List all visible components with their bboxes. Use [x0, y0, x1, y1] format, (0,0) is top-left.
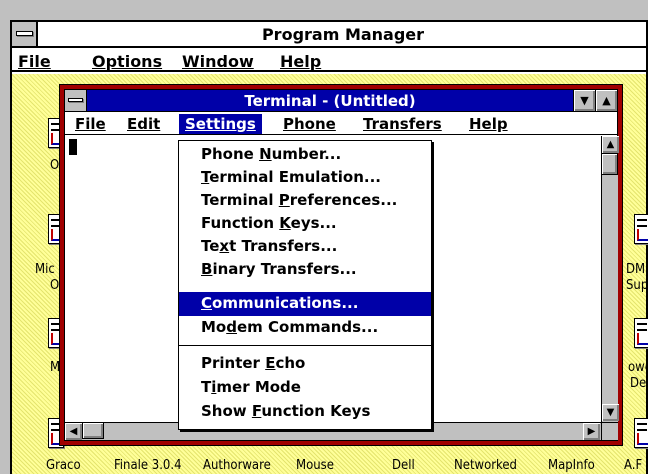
terminal-menu-help-label: Help — [469, 115, 508, 133]
pm-menu-file[interactable]: File — [18, 52, 51, 71]
program-group-icon[interactable] — [634, 318, 648, 348]
maximize-icon: ▲ — [602, 94, 611, 107]
menu-item-modem-commands[interactable]: Modem Commands... — [179, 316, 431, 339]
program-group-label-af[interactable]: A.F — [624, 458, 642, 473]
menu-item-label: Phone Number... — [201, 145, 342, 163]
program-group-label: O — [50, 158, 60, 173]
menu-item-timer-mode[interactable]: Timer Mode — [179, 376, 431, 399]
pm-menu-window-label: Window — [182, 52, 254, 71]
terminal-menu-phone-label: Phone — [283, 115, 336, 133]
program-manager-title: Program Manager — [261, 25, 425, 44]
menu-item-label: Function Keys... — [201, 214, 337, 232]
menu-item-label: Text Transfers... — [201, 237, 338, 255]
arrow-right-icon: ▶ — [587, 426, 596, 437]
terminal-system-menu-button[interactable] — [65, 90, 87, 111]
scrollbar-corner — [601, 422, 618, 440]
menu-item-label: Printer Echo — [201, 354, 306, 372]
menu-item-label: Timer Mode — [201, 378, 301, 396]
menu-separator — [179, 345, 431, 346]
program-group-icon[interactable] — [634, 214, 648, 244]
program-manager-menubar: File Options Window Help — [12, 48, 646, 72]
vertical-scrollbar[interactable]: ▲ ▼ — [601, 136, 619, 422]
terminal-title-bar[interactable]: Terminal - (Untitled) ▼ ▲ — [65, 90, 617, 112]
program-group-label-mapinfo[interactable]: MapInfo — [548, 458, 595, 473]
program-manager-title-bar[interactable]: Program Manager — [12, 22, 646, 48]
program-group-label: owe — [628, 360, 648, 375]
vertical-scroll-thumb[interactable] — [601, 153, 618, 175]
system-menu-button[interactable] — [12, 22, 38, 46]
pm-menu-options-label: Options — [92, 52, 163, 71]
terminal-menu-file-label: File — [75, 115, 106, 133]
program-group-label-authorware[interactable]: Authorware — [203, 458, 271, 473]
scroll-down-button[interactable]: ▼ — [602, 404, 619, 421]
program-group-label-graco[interactable]: Graco — [46, 458, 81, 473]
pm-menu-file-label: File — [18, 52, 51, 71]
menu-item-label: Modem Commands... — [201, 318, 379, 336]
menu-item-label: Show Function Keys — [201, 402, 371, 420]
terminal-menu-settings[interactable]: Settings — [179, 114, 262, 134]
terminal-menu-transfers[interactable]: Transfers — [357, 114, 448, 134]
arrow-down-icon: ▼ — [606, 407, 615, 418]
program-group-label: DMI — [626, 262, 648, 277]
terminal-menubar: File Edit Settings Phone Transfers Help — [65, 112, 617, 135]
maximize-button[interactable]: ▲ — [595, 90, 617, 111]
terminal-menu-phone[interactable]: Phone — [277, 114, 342, 134]
minimize-button[interactable]: ▼ — [573, 90, 595, 111]
horizontal-scroll-thumb[interactable] — [82, 422, 104, 439]
program-group-label: Mic — [35, 262, 55, 277]
text-cursor — [69, 139, 77, 155]
minimize-icon: ▼ — [580, 94, 589, 107]
menu-item-text-transfers[interactable]: Text Transfers... — [179, 235, 431, 258]
menu-item-label: Terminal Preferences... — [201, 191, 398, 209]
terminal-title: Terminal - (Untitled) — [244, 92, 416, 110]
program-group-label: De — [630, 376, 647, 391]
pm-menu-window[interactable]: Window — [182, 52, 254, 71]
arrow-left-icon: ◀ — [69, 426, 78, 437]
program-group-icon[interactable] — [634, 418, 648, 448]
program-group-label-finale[interactable]: Finale 3.0.4 — [114, 458, 182, 473]
program-group-label: Sup — [626, 278, 648, 293]
terminal-menu-edit-label: Edit — [127, 115, 161, 133]
menu-item-show-function-keys[interactable]: Show Function Keys — [179, 400, 431, 423]
menu-item-label: Terminal Emulation... — [201, 168, 381, 186]
pm-menu-help-label: Help — [280, 52, 322, 71]
system-menu-icon — [16, 31, 33, 36]
terminal-menu-help[interactable]: Help — [463, 114, 514, 134]
terminal-menu-settings-label: Settings — [185, 115, 256, 133]
system-menu-icon — [68, 98, 83, 102]
scroll-right-button[interactable]: ▶ — [583, 423, 600, 440]
menu-item-terminal-preferences[interactable]: Terminal Preferences... — [179, 189, 431, 212]
menu-item-terminal-emulation[interactable]: Terminal Emulation... — [179, 166, 431, 189]
program-group-label-networked[interactable]: Networked — [454, 458, 517, 473]
program-group-label-mouse[interactable]: Mouse — [296, 458, 334, 473]
scroll-up-button[interactable]: ▲ — [602, 136, 619, 153]
menu-item-communications[interactable]: Communications... — [179, 292, 431, 316]
terminal-menu-edit[interactable]: Edit — [121, 114, 166, 134]
menu-item-phone-number[interactable]: Phone Number... — [179, 143, 431, 166]
menu-item-binary-transfers[interactable]: Binary Transfers... — [179, 258, 431, 281]
menu-item-function-keys[interactable]: Function Keys... — [179, 212, 431, 235]
arrow-up-icon: ▲ — [606, 139, 615, 150]
terminal-menu-file[interactable]: File — [69, 114, 112, 134]
program-group-label: O — [50, 278, 60, 293]
menu-item-label: Communications... — [201, 294, 359, 312]
scroll-left-button[interactable]: ◀ — [65, 423, 82, 440]
settings-dropdown-menu: Phone Number... Terminal Emulation... Te… — [178, 140, 432, 430]
pm-menu-options[interactable]: Options — [92, 52, 162, 71]
terminal-menu-transfers-label: Transfers — [363, 115, 442, 133]
pm-menu-help[interactable]: Help — [280, 52, 321, 71]
menu-item-printer-echo[interactable]: Printer Echo — [179, 352, 431, 375]
program-group-label-dell[interactable]: Dell — [392, 458, 415, 473]
menu-item-label: Binary Transfers... — [201, 260, 357, 278]
